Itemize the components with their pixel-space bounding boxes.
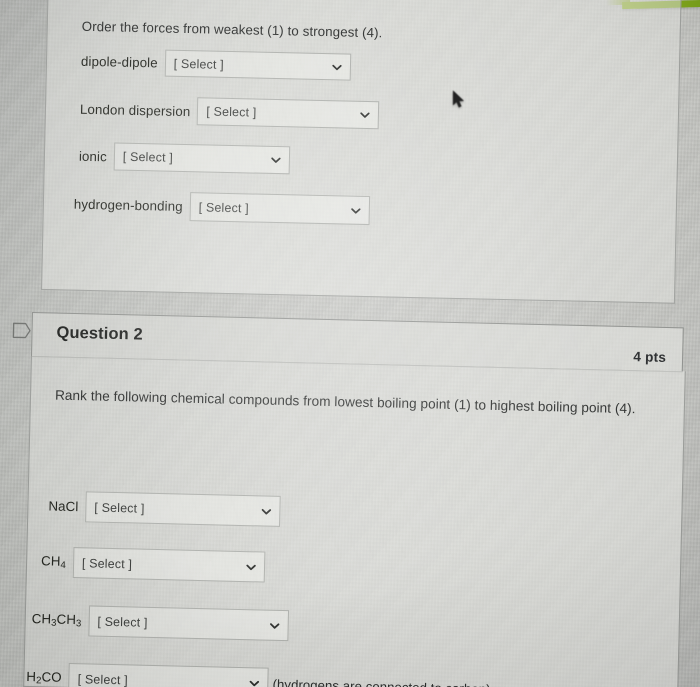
question-2-card: Question 2 4 pts Rank the following chem…: [23, 312, 688, 687]
chevron-down-icon: [271, 155, 281, 165]
row-label-ch3ch3: CH3CH3: [32, 611, 89, 629]
row-label-nacl: NaCl: [48, 498, 79, 515]
row-label-ch3ch3-b-subscript: 3: [75, 618, 82, 630]
answer-row-ch4: CH4 [ Select ]: [41, 546, 266, 583]
chevron-down-icon: [269, 620, 280, 630]
row-label-ch4-subscript: 4: [60, 559, 67, 571]
answer-row-ch3ch3: CH3CH3 [ Select ]: [31, 604, 289, 642]
row-label-ch3ch3-b: CH: [56, 611, 77, 628]
row-label-ch4: CH4: [41, 553, 73, 571]
row-label-ionic: ionic: [78, 148, 107, 164]
question-2-body: Rank the following chemical compounds fr…: [23, 355, 686, 687]
select-value-dipole-dipole: [ Select ]: [173, 56, 225, 72]
select-ionic[interactable]: [ Select ]: [113, 142, 291, 175]
row-label-h2co: H2CO: [26, 669, 69, 687]
mouse-pointer-icon: [452, 90, 465, 109]
select-value-london-dispersion: [ Select ]: [206, 104, 257, 120]
answer-row-dipole-dipole: dipole-dipole [ Select ]: [81, 48, 351, 81]
row-label-london-dispersion: London dispersion: [79, 101, 191, 119]
chevron-down-icon: [261, 506, 272, 516]
chevron-down-icon: [360, 110, 370, 120]
select-hydrogen-bonding[interactable]: [ Select ]: [189, 192, 370, 226]
select-value-hydrogen-bonding: [ Select ]: [198, 199, 250, 215]
chevron-down-icon: [351, 205, 361, 215]
chevron-down-icon: [249, 678, 260, 687]
row-label-dipole-dipole: dipole-dipole: [80, 53, 158, 71]
select-value-ch4: [ Select ]: [81, 555, 133, 571]
select-ch3ch3[interactable]: [ Select ]: [88, 605, 289, 642]
chevron-down-icon: [332, 62, 342, 72]
answer-row-london-dispersion: London dispersion [ Select ]: [80, 95, 380, 130]
row-label-ch3ch3-a: CH: [31, 611, 52, 627]
answer-row-nacl: NaCl [ Select ]: [48, 490, 281, 527]
select-value-ch3ch3: [ Select ]: [97, 614, 148, 630]
question-1-prompt: Order the forces from weakest (1) to str…: [81, 18, 383, 41]
question-2-points-badge: 4 pts: [633, 349, 667, 365]
h2co-hint-text: (hydrogens are connected to carbon): [272, 676, 491, 687]
select-ch4[interactable]: [ Select ]: [72, 547, 266, 583]
select-value-ionic: [ Select ]: [122, 149, 174, 165]
question-1-body: Order the forces from weakest (1) to str…: [42, 0, 681, 303]
row-label-ch4-base: CH: [40, 553, 61, 569]
answer-row-ionic: ionic [ Select ]: [78, 142, 291, 175]
bookmark-flag-icon[interactable]: [12, 322, 32, 339]
question-2-prompt: Rank the following chemical compounds fr…: [54, 387, 636, 417]
answer-row-h2co: H2CO [ Select ] (hydrogens are connected…: [26, 662, 491, 687]
answer-row-hydrogen-bonding: hydrogen-bonding [ Select ]: [73, 190, 370, 226]
select-value-nacl: [ Select ]: [94, 500, 145, 516]
row-label-h2co-b: CO: [41, 669, 62, 686]
row-label-h2co-a: H: [26, 669, 37, 685]
chevron-down-icon: [246, 562, 256, 572]
select-h2co[interactable]: [ Select ]: [68, 662, 269, 687]
select-london-dispersion[interactable]: [ Select ]: [197, 97, 380, 130]
screen-photo: Order the forces from weakest (1) to str…: [0, 0, 700, 687]
question-2-title: Question 2: [56, 323, 143, 344]
select-nacl[interactable]: [ Select ]: [85, 491, 281, 527]
row-label-hydrogen-bonding: hydrogen-bonding: [73, 196, 183, 214]
select-dipole-dipole[interactable]: [ Select ]: [164, 49, 351, 81]
select-value-h2co: [ Select ]: [77, 672, 129, 687]
question-1-card: Order the forces from weakest (1) to str…: [41, 0, 682, 304]
